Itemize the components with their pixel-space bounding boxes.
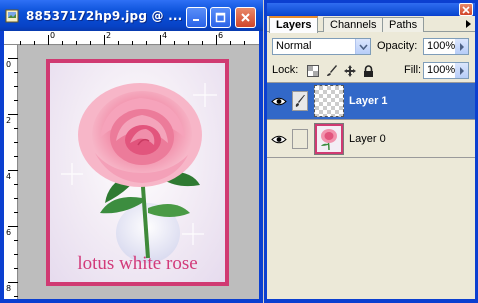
image-caption: lotus white rose <box>77 253 198 274</box>
canvas-area[interactable]: lotus white rose <box>19 46 259 299</box>
minimize-button[interactable] <box>186 7 207 28</box>
lock-label: Lock: <box>272 64 299 76</box>
layer-thumbnail-rose[interactable] <box>314 123 344 155</box>
fill-value: 100% <box>427 64 456 76</box>
ruler-left-label: 2 <box>6 116 12 125</box>
maximize-button[interactable] <box>210 7 231 28</box>
document-titlebar[interactable]: 88537172hp9.jpg @ ... <box>0 0 263 31</box>
opacity-field[interactable]: 100% <box>423 38 469 55</box>
lock-all-icon[interactable] <box>362 64 375 77</box>
layer-row-layer-0[interactable]: Layer 0 <box>267 121 475 158</box>
blend-mode-select[interactable]: Normal <box>272 38 371 55</box>
fill-slider-arrow-icon[interactable] <box>455 63 468 78</box>
eye-icon[interactable] <box>269 91 289 111</box>
lock-fill-row: Lock: Fill: 100% <box>267 60 475 82</box>
brush-icon[interactable] <box>292 91 308 111</box>
ruler-top-label: 0 <box>50 31 56 40</box>
rose-image[interactable]: lotus white rose <box>50 63 225 282</box>
lock-brush-icon[interactable] <box>325 64 338 77</box>
palette-tabs: Layers Channels Paths <box>267 16 475 33</box>
opacity-slider-arrow-icon[interactable] <box>455 39 468 54</box>
ruler-top-label: 6 <box>218 31 224 40</box>
layer-row-layer-1[interactable]: Layer 1 <box>267 83 475 120</box>
ruler-top-label: 4 <box>162 31 168 40</box>
palette-close-button[interactable] <box>459 3 473 16</box>
photoshop-workspace: 88537172hp9.jpg @ ... 0 2 4 6 0 2 4 6 8 … <box>0 0 478 303</box>
document-title: 88537172hp9.jpg @ ... <box>26 9 183 23</box>
blend-opacity-row: Normal Opacity: 100% <box>267 36 475 58</box>
photoshop-document-icon[interactable] <box>5 8 21 24</box>
palette-menu-arrow-icon[interactable] <box>462 18 474 30</box>
blend-mode-value: Normal <box>276 40 312 52</box>
tab-paths[interactable]: Paths <box>382 17 425 32</box>
ruler-left-label: 4 <box>6 172 12 181</box>
tab-channels[interactable]: Channels <box>323 17 384 32</box>
layers-list: Layer 1 Layer 0 <box>267 82 475 299</box>
opacity-label: Opacity: <box>377 40 418 52</box>
layer-name[interactable]: Layer 1 <box>349 95 388 107</box>
vertical-ruler[interactable]: 0 2 4 6 8 <box>4 45 18 299</box>
image-frame[interactable]: lotus white rose <box>46 59 229 286</box>
lock-move-icon[interactable] <box>343 64 356 77</box>
chevron-down-icon[interactable] <box>355 39 370 54</box>
rose-illustration <box>61 83 217 263</box>
close-button[interactable] <box>235 7 256 28</box>
layers-palette: Layers Channels Paths Normal Opacity: 10… <box>264 0 478 303</box>
layer-thumbnail-transparent[interactable] <box>314 85 344 117</box>
fill-field[interactable]: 100% <box>423 62 469 79</box>
palette-content: Layers Channels Paths Normal Opacity: 10… <box>267 16 475 299</box>
ruler-top-label: 2 <box>106 31 112 40</box>
layer-name[interactable]: Layer 0 <box>349 133 386 145</box>
eye-icon[interactable] <box>269 129 289 149</box>
ruler-left-label: 8 <box>6 284 12 293</box>
ruler-left-label: 6 <box>6 228 12 237</box>
layer-link-cell[interactable] <box>292 129 308 149</box>
opacity-value: 100% <box>427 40 456 52</box>
lock-transparent-icon[interactable] <box>306 64 319 77</box>
document-window: 88537172hp9.jpg @ ... 0 2 4 6 0 2 4 6 8 … <box>0 0 263 303</box>
fill-label: Fill: <box>404 64 422 76</box>
palette-titlebar[interactable] <box>267 3 475 16</box>
ruler-left-label: 0 <box>6 60 12 69</box>
document-body: 0 2 4 6 0 2 4 6 8 lotus white rose <box>4 31 259 299</box>
tab-layers[interactable]: Layers <box>269 16 319 33</box>
horizontal-ruler[interactable]: 0 2 4 6 <box>4 31 259 45</box>
